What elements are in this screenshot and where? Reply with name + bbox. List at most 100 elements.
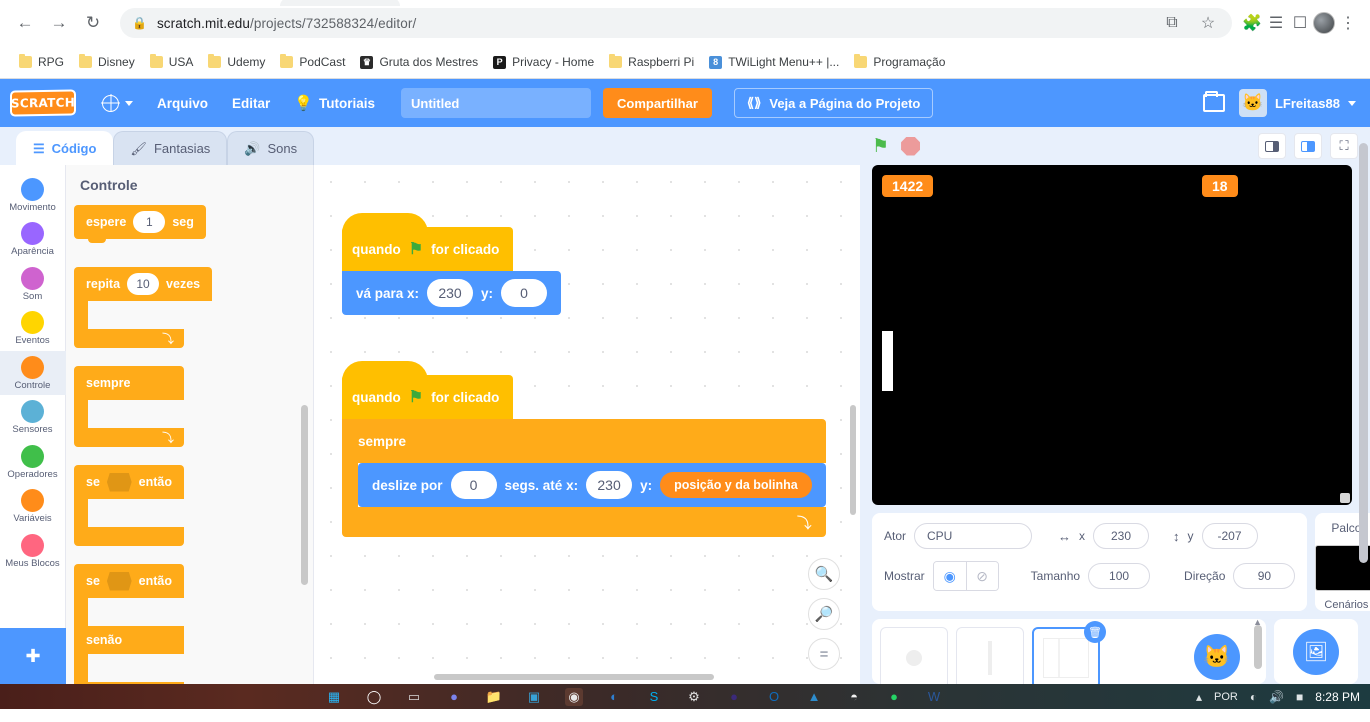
bookmark-disney[interactable]: Disney [72, 51, 142, 73]
project-page-button[interactable]: ⟪⟫ Veja a Página do Projeto [733, 88, 934, 118]
menu-arquivo[interactable]: Arquivo [145, 79, 220, 127]
stage-canvas[interactable]: 1422 18 [872, 165, 1352, 505]
code-workspace[interactable]: quando ⚑ for clicado vá para x: 230 y: 0… [314, 165, 860, 684]
add-backdrop-icon[interactable]: 🖼 [1293, 629, 1339, 675]
language-menu[interactable] [90, 79, 145, 127]
workspace-horizontal-scrollbar[interactable] [434, 674, 714, 680]
small-stage-button[interactable] [1258, 133, 1286, 159]
sidebar-item-controle[interactable]: Controle [0, 350, 66, 396]
start-windows-icon[interactable]: ▦ [325, 688, 343, 706]
sidebar-item-eventos[interactable]: Eventos [0, 306, 66, 350]
sprite-y-input[interactable]: -207 [1201, 523, 1258, 549]
tab-fantasias[interactable]: 🖌 Fantasias [113, 131, 228, 165]
sidebar-item-operadores[interactable]: Operadores [0, 440, 66, 484]
eye-hidden-icon[interactable]: ⊘ [965, 562, 998, 590]
sprite-x-input[interactable]: 230 [1093, 523, 1150, 549]
sidebar-item-meus-blocos[interactable]: Meus Blocos [0, 529, 66, 573]
skype-icon[interactable]: S [645, 688, 663, 706]
sprite-list-scrollbar[interactable] [1254, 625, 1262, 669]
settings-gear-icon[interactable]: ⚙ [685, 688, 703, 706]
three-dots-menu-icon[interactable]: ⋮ [1336, 11, 1360, 35]
block-glide-to-xy[interactable]: deslize por 0 segs. até x: 230 y: posiçã… [358, 463, 826, 507]
store-icon[interactable]: ▣ [525, 688, 543, 706]
palette-block-forever[interactable]: sempre ⤵ [74, 366, 313, 447]
block-goto-xy[interactable]: vá para x: 230 y: 0 [342, 271, 562, 315]
block-when-flag-clicked[interactable]: quando ⚑ for clicado [342, 361, 514, 419]
zoom-in-icon[interactable]: 🔍 [808, 558, 840, 590]
boolean-slot[interactable] [106, 472, 132, 492]
menu-editar[interactable]: Editar [220, 79, 282, 127]
stop-sign-icon[interactable] [901, 136, 921, 156]
share-button[interactable]: Compartilhar [602, 88, 712, 118]
script-forever-glide[interactable]: quando ⚑ for clicado sempre deslize por [342, 361, 826, 537]
sprite-direction-input[interactable]: 90 [1233, 563, 1296, 589]
palette-block-if-else[interactable]: se então senão [74, 564, 313, 684]
sprite-list[interactable]: 🗑 🐱 ▲ [872, 619, 1266, 684]
puzzle-icon[interactable]: 🧩 [1240, 11, 1264, 35]
sidebar-item-variaveis[interactable]: Variáveis [0, 484, 66, 528]
bookmark-twilight-menu[interactable]: 8 TWiLight Menu++ |... [702, 51, 846, 73]
taskbar-clock[interactable]: 8:28 PM [1315, 690, 1360, 704]
reload-button[interactable]: ↻ [78, 8, 108, 38]
sidebar-item-som[interactable]: Som [0, 262, 66, 306]
zoom-out-icon[interactable]: 🔎 [808, 598, 840, 630]
profile-avatar-icon[interactable] [1312, 11, 1336, 35]
sprite-size-input[interactable]: 100 [1088, 563, 1151, 589]
sprite-card-ball[interactable] [880, 627, 948, 684]
variable-monitor-lives[interactable]: 18 [1202, 175, 1238, 197]
volume-icon[interactable]: 🔊 [1269, 690, 1284, 704]
sprite-name-input[interactable]: CPU [914, 523, 1033, 549]
add-extension-button[interactable]: ✚ [0, 628, 66, 684]
bookmark-gruta-dos-mestres[interactable]: ♛ Gruta dos Mestres [353, 51, 485, 73]
block-input-times[interactable]: 10 [127, 273, 160, 295]
sidebar-item-movimento[interactable]: Movimento [0, 173, 66, 217]
block-input-y[interactable]: 0 [501, 279, 548, 307]
side-panel-icon[interactable]: ☐ [1288, 11, 1312, 35]
block-palette[interactable]: Controle espere 1 seg repita 10 vezes ⤵ … [66, 165, 314, 684]
block-input-x[interactable]: 230 [586, 471, 633, 499]
back-button[interactable]: ← [10, 8, 40, 38]
stage-resize-handle[interactable] [1340, 493, 1350, 503]
wifi-icon[interactable]: ◐ [1250, 690, 1257, 704]
scratch-logo[interactable]: SCRATCH [10, 89, 76, 117]
palette-block-repeat[interactable]: repita 10 vezes ⤵ [74, 267, 313, 348]
zoom-reset-icon[interactable]: = [808, 638, 840, 670]
user-app-icon[interactable]: ● [725, 688, 743, 706]
script-goto[interactable]: quando ⚑ for clicado vá para x: 230 y: 0 [342, 213, 562, 315]
fullscreen-button[interactable]: ⛶ [1330, 133, 1358, 159]
sidebar-item-sensores[interactable]: Sensores [0, 395, 66, 439]
block-when-flag-clicked[interactable]: quando ⚑ for clicado [342, 213, 514, 271]
bookmark-podcast[interactable]: PodCast [273, 51, 352, 73]
block-input-secs[interactable]: 0 [450, 471, 497, 499]
editor-page-scrollbar[interactable] [1359, 143, 1368, 563]
battery-icon[interactable]: ■ [1296, 690, 1303, 704]
bookmark-rpg[interactable]: RPG [12, 51, 71, 73]
word-icon[interactable]: W [925, 688, 943, 706]
delete-trash-icon[interactable]: 🗑 [1084, 621, 1106, 643]
variable-monitor-score[interactable]: 1422 [882, 175, 934, 197]
whatsapp-icon[interactable]: ● [885, 688, 903, 706]
palette-block-wait[interactable]: espere 1 seg [74, 205, 206, 243]
mail-icon[interactable]: ◐ [605, 688, 623, 706]
green-flag-icon[interactable]: ⚑ [872, 135, 889, 158]
anydesk-icon[interactable]: ▲ [805, 688, 823, 706]
file-explorer-icon[interactable]: 📁 [485, 688, 503, 706]
bookmark-raspberri-pi[interactable]: Raspberri Pi [602, 51, 701, 73]
forward-button[interactable]: → [44, 8, 74, 38]
chrome-icon[interactable]: ◉ [565, 687, 583, 706]
show-hidden-icons-icon[interactable]: ▴ [1196, 690, 1202, 704]
palette-scrollbar[interactable] [301, 405, 308, 585]
palette-block-if[interactable]: se então [74, 465, 313, 546]
project-title-input[interactable] [400, 88, 591, 118]
large-stage-button[interactable] [1294, 133, 1322, 159]
bookmark-udemy[interactable]: Udemy [201, 51, 272, 73]
workspace-vertical-scrollbar[interactable] [850, 405, 856, 515]
eye-visible-icon[interactable]: ◉ [933, 562, 966, 590]
tab-sons[interactable]: 🔊 Sons [227, 131, 315, 165]
user-menu[interactable]: 🐱 LFreitas88 [1238, 89, 1356, 117]
vpn-icon[interactable]: ◓ [845, 688, 863, 706]
tab-codigo[interactable]: ☰ Código [16, 131, 114, 165]
sidebar-item-aparencia[interactable]: Aparência [0, 217, 66, 261]
reporter-block-ball-y-position[interactable]: posição y da bolinha [660, 472, 812, 498]
search-cortana-icon[interactable]: ◯ [365, 688, 383, 706]
